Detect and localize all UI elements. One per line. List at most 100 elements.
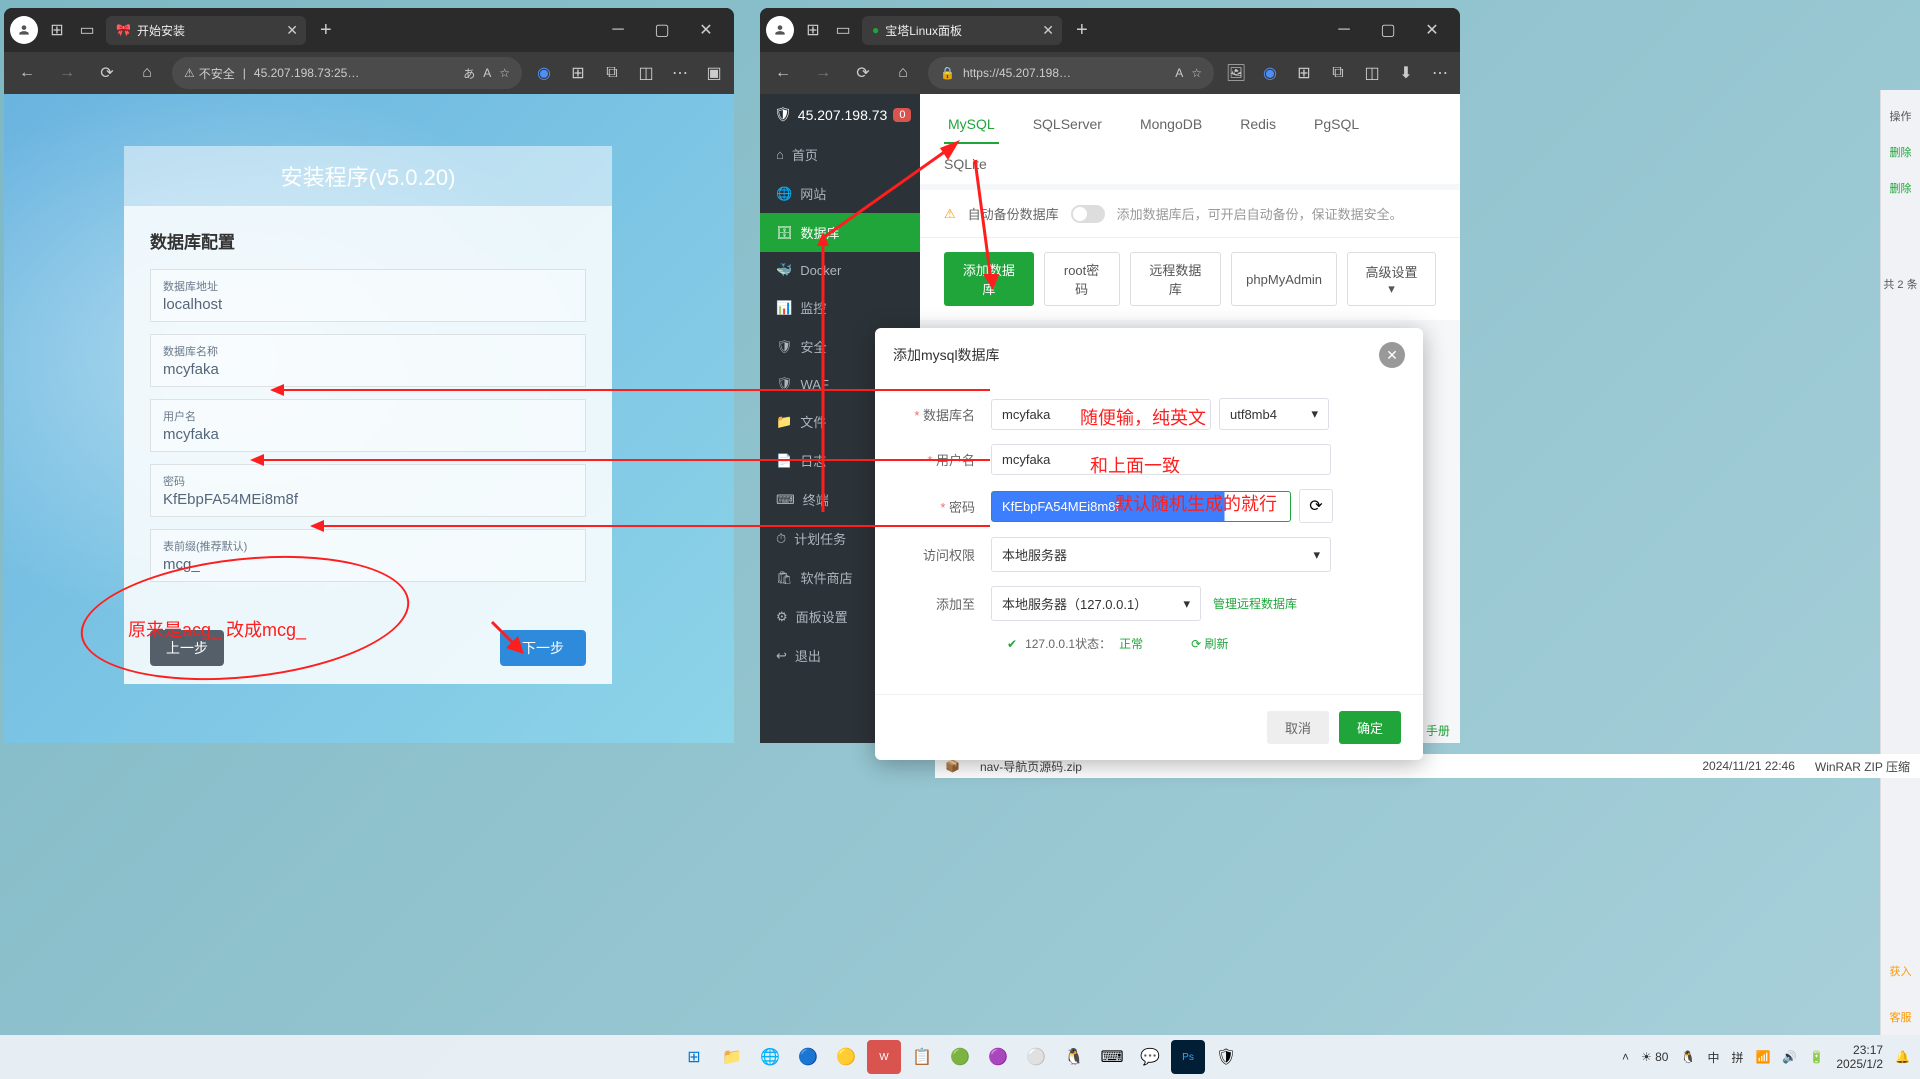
db-name-input[interactable] <box>991 399 1211 430</box>
volume-icon[interactable]: 🔊 <box>1782 1050 1797 1064</box>
notes-icon[interactable]: 📋 <box>905 1040 939 1074</box>
db-host-field[interactable]: 数据库地址 localhost <box>150 269 586 322</box>
tab-actions-icon[interactable]: ▭ <box>832 19 854 41</box>
db-name-field[interactable]: 数据库名称 mcyfaka <box>150 334 586 387</box>
root-pwd-button[interactable]: root密码 <box>1044 252 1120 306</box>
workspaces-icon[interactable]: ⊞ <box>46 19 68 41</box>
more-icon[interactable]: ⋯ <box>1428 61 1452 85</box>
close-button[interactable]: ✕ <box>1410 12 1454 48</box>
minimize-button[interactable]: ─ <box>1322 12 1366 48</box>
backup-toggle[interactable] <box>1071 205 1105 223</box>
collections-icon[interactable]: ⊞ <box>566 61 590 85</box>
browser-tab[interactable]: ● 宝塔Linux面板 ✕ <box>862 16 1062 45</box>
perm-select[interactable]: 本地服务器▾ <box>991 537 1331 572</box>
prev-button[interactable]: 上一步 <box>150 630 224 666</box>
split-icon[interactable]: ⧉ <box>1326 61 1350 85</box>
next-button[interactable]: 下一步 <box>500 630 586 666</box>
new-tab-button[interactable]: + <box>1070 19 1094 42</box>
extension-icon[interactable]: ◉ <box>1258 61 1282 85</box>
notifications-icon[interactable]: 🔔 <box>1895 1050 1910 1064</box>
sidebar-item-4[interactable]: 📊监控 <box>760 288 920 327</box>
chrome-icon[interactable]: 🟡 <box>829 1040 863 1074</box>
explorer-icon[interactable]: 📁 <box>715 1040 749 1074</box>
close-tab-icon[interactable]: ✕ <box>1042 22 1054 39</box>
remote-db-button[interactable]: 远程数据库 <box>1130 252 1222 306</box>
back-button[interactable]: ← <box>12 58 42 88</box>
photoshop-icon[interactable]: Ps <box>1171 1040 1205 1074</box>
url-input[interactable]: 🔒 https://45.207.198… A ☆ <box>928 57 1214 89</box>
db-tab-pgsql[interactable]: PgSQL <box>1310 106 1363 144</box>
db-tab-mongodb[interactable]: MongoDB <box>1136 106 1206 144</box>
user-field[interactable]: 用户名 mcyfaka <box>150 399 586 452</box>
tray-chevron[interactable]: ˄ <box>1622 1050 1629 1064</box>
home-button[interactable]: ⌂ <box>132 58 162 88</box>
clock[interactable]: 23:17 2025/1/2 <box>1836 1043 1883 1072</box>
app-icon[interactable]: ⚪ <box>1019 1040 1053 1074</box>
db-tab-redis[interactable]: Redis <box>1236 106 1280 144</box>
prefix-field[interactable]: 表前缀(推荐默认) mcg_ <box>150 529 586 582</box>
charset-select[interactable]: utf8mb4▾ <box>1219 398 1329 430</box>
manual-link[interactable]: 手册 <box>1426 722 1450 739</box>
advanced-button[interactable]: 高级设置 ▾ <box>1347 252 1436 306</box>
app-icon[interactable]: 🟣 <box>981 1040 1015 1074</box>
refresh-button[interactable]: ⟳ <box>92 58 122 88</box>
phpmyadmin-button[interactable]: phpMyAdmin <box>1231 252 1337 306</box>
back-button[interactable]: ← <box>768 58 798 88</box>
browser-icon[interactable]: 🔵 <box>791 1040 825 1074</box>
browser-tab[interactable]: 🎀 开始安装 ✕ <box>106 16 306 45</box>
cancel-button[interactable]: 取消 <box>1267 711 1329 744</box>
close-button[interactable]: ✕ <box>684 12 728 48</box>
minimize-button[interactable]: ─ <box>596 12 640 48</box>
regen-pwd-button[interactable]: ⟳ <box>1299 489 1333 523</box>
download-icon[interactable]: ⬇ <box>1394 61 1418 85</box>
manage-remote-link[interactable]: 管理远程数据库 <box>1213 595 1297 612</box>
ime-mode[interactable]: 拼 <box>1731 1049 1743 1066</box>
close-tab-icon[interactable]: ✕ <box>286 22 298 39</box>
extension-icon[interactable]: ◉ <box>532 61 556 85</box>
refresh-status[interactable]: ⟳ 刷新 <box>1191 635 1228 652</box>
profile-avatar[interactable] <box>766 16 794 44</box>
user-input[interactable] <box>991 444 1331 475</box>
db-tab-mysql[interactable]: MySQL <box>944 106 999 144</box>
wifi-icon[interactable]: 📶 <box>1755 1050 1770 1064</box>
tab-actions-icon[interactable]: ▭ <box>76 19 98 41</box>
sidebar-item-0[interactable]: ⌂首页 <box>760 135 920 174</box>
start-button[interactable]: ⊞ <box>677 1040 711 1074</box>
maximize-button[interactable]: ▢ <box>640 12 684 48</box>
edge-icon[interactable]: 🌐 <box>753 1040 787 1074</box>
split-icon[interactable]: ⧉ <box>600 61 624 85</box>
tray-icon[interactable]: 🐧 <box>1680 1050 1695 1064</box>
maximize-button[interactable]: ▢ <box>1366 12 1410 48</box>
wps-icon[interactable]: W <box>867 1040 901 1074</box>
sidebar-item-1[interactable]: 🌐网站 <box>760 174 920 213</box>
qq-icon[interactable]: 🐧 <box>1057 1040 1091 1074</box>
app-icon[interactable]: 🟢 <box>943 1040 977 1074</box>
add-db-button[interactable]: 添加数据库 <box>944 252 1034 306</box>
weather[interactable]: ☀ 80 <box>1641 1050 1668 1064</box>
modal-close-button[interactable]: ✕ <box>1379 342 1405 368</box>
sidebar-icon[interactable]: ◫ <box>634 61 658 85</box>
image-icon[interactable]: 🖼 <box>1224 61 1248 85</box>
app-icon[interactable]: ▣ <box>702 61 726 85</box>
wechat-icon[interactable]: 💬 <box>1133 1040 1167 1074</box>
battery-icon[interactable]: 🔋 <box>1809 1050 1824 1064</box>
pwd-field[interactable]: 密码 KfEbpFA54MEi8m8f <box>150 464 586 517</box>
new-tab-button[interactable]: + <box>314 19 338 42</box>
confirm-button[interactable]: 确定 <box>1339 711 1401 744</box>
url-input[interactable]: ⚠ 不安全 | 45.207.198.73:25… あ A ☆ <box>172 57 522 89</box>
terminal-icon[interactable]: ⌨ <box>1095 1040 1129 1074</box>
workspaces-icon[interactable]: ⊞ <box>802 19 824 41</box>
profile-avatar[interactable] <box>10 16 38 44</box>
sidebar-item-3[interactable]: 🐳Docker <box>760 252 920 288</box>
db-tab-sqlserver[interactable]: SQLServer <box>1029 106 1106 144</box>
sidebar-icon[interactable]: ◫ <box>1360 61 1384 85</box>
sidebar-item-2[interactable]: 🗄数据库 <box>760 213 920 252</box>
sqlite-tab[interactable]: SQLite <box>920 144 1460 184</box>
home-button[interactable]: ⌂ <box>888 58 918 88</box>
ime-lang[interactable]: 中 <box>1707 1049 1719 1066</box>
collections-icon[interactable]: ⊞ <box>1292 61 1316 85</box>
more-icon[interactable]: ⋯ <box>668 61 692 85</box>
notification-badge[interactable]: 0 <box>893 108 911 122</box>
refresh-button[interactable]: ⟳ <box>848 58 878 88</box>
security-icon[interactable]: 🛡 <box>1209 1040 1243 1074</box>
